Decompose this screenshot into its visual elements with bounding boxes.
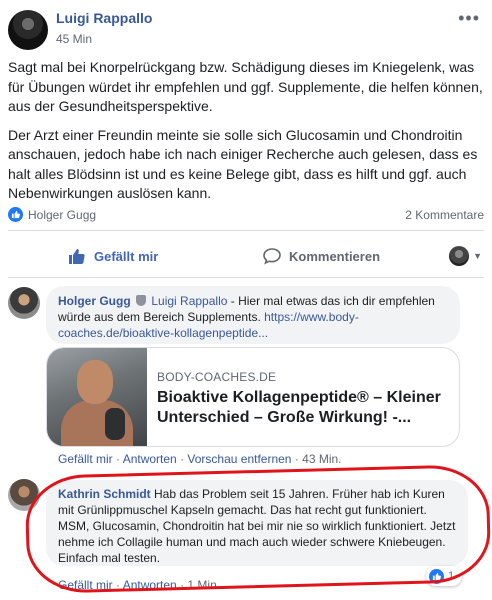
post-as-selector[interactable]: ▼	[449, 246, 482, 266]
comment-like-link[interactable]: Gefällt mir	[58, 452, 113, 466]
reactions-summary: Holger Gugg 2 Kommentare	[8, 205, 484, 225]
like-label: Gefällt mir	[94, 248, 159, 264]
like-reaction-icon	[8, 207, 23, 222]
remove-preview-link[interactable]: Vorschau entfernen	[187, 452, 291, 466]
link-title[interactable]: Bioaktive Kollagenpeptide® – Kleiner Unt…	[157, 388, 453, 428]
comment-time[interactable]: 1 Min.	[187, 578, 220, 592]
comment-author[interactable]: Kathrin Schmidt	[58, 487, 151, 501]
action-bar: Gefällt mir Kommentieren ▼	[8, 236, 484, 276]
commenter-avatar[interactable]	[8, 287, 40, 319]
author-avatar[interactable]	[8, 10, 48, 50]
comment-label: Kommentieren	[289, 248, 381, 264]
comment-time[interactable]: 43 Min.	[302, 452, 341, 466]
like-thumb-icon	[68, 247, 86, 265]
link-domain: BODY-COACHES.DE	[157, 370, 277, 384]
comment-bubble: Kathrin Schmidt Hab das Problem seit 15 …	[46, 480, 468, 566]
comment-actions: Gefällt mir · Antworten · Vorschau entfe…	[58, 452, 342, 466]
comment-reply-link[interactable]: Antworten	[123, 452, 177, 466]
link-preview-image	[47, 348, 147, 446]
comment-like-link[interactable]: Gefällt mir	[58, 578, 113, 592]
post-author[interactable]: Luigi Rappallo	[56, 10, 152, 26]
post-paragraph: Sagt mal bei Knorpelrückgang bzw. Schädi…	[8, 59, 483, 114]
chevron-down-icon: ▼	[473, 251, 482, 261]
post-body: Sagt mal bei Knorpelrückgang bzw. Schädi…	[8, 58, 486, 213]
comment-actions: Gefällt mir · Antworten · 1 Min.	[58, 578, 221, 592]
reaction-names[interactable]: Holger Gugg	[28, 208, 96, 222]
post-header: Luigi Rappallo 45 Min •••	[8, 8, 484, 50]
comment-author[interactable]: Holger Gugg	[58, 294, 131, 308]
post-paragraph: Der Arzt einer Freundin meinte sie solle…	[8, 126, 478, 202]
comment-count[interactable]: 2 Kommentare	[405, 208, 484, 222]
comment-bubble-icon	[263, 247, 281, 265]
tagged-user[interactable]: Luigi Rappallo	[151, 294, 227, 308]
divider	[8, 230, 484, 231]
more-dots-icon[interactable]: •••	[458, 8, 480, 29]
divider	[8, 277, 484, 278]
like-reaction-icon	[429, 568, 444, 584]
viewer-avatar	[449, 246, 470, 266]
reaction-count: 1	[448, 570, 455, 582]
like-button[interactable]: Gefällt mir	[68, 236, 158, 276]
comment-bubble: Holger Gugg Luigi Rappallo - Hier mal et…	[46, 286, 460, 344]
comment-button[interactable]: Kommentieren	[263, 236, 380, 276]
shield-icon	[136, 295, 147, 306]
comment-reaction-count[interactable]: 1	[426, 566, 462, 586]
post-timestamp[interactable]: 45 Min	[56, 32, 92, 46]
commenter-avatar[interactable]	[8, 479, 40, 511]
comment-reply-link[interactable]: Antworten	[123, 578, 177, 592]
link-preview-card[interactable]: BODY-COACHES.DE Bioaktive Kollagenpeptid…	[46, 347, 460, 447]
